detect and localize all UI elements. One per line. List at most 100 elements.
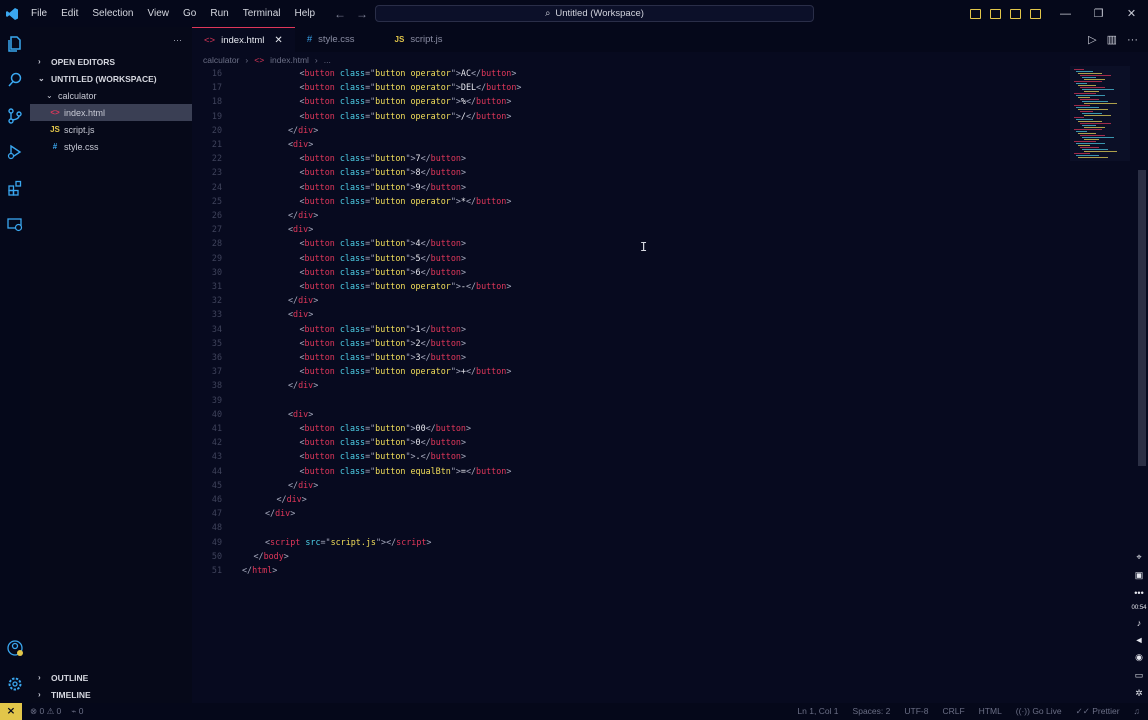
menu-go[interactable]: Go xyxy=(176,0,203,27)
account-icon[interactable] xyxy=(6,639,24,657)
code-line[interactable]: 40 <div> xyxy=(192,407,1072,421)
file-item-script-js[interactable]: JS script.js xyxy=(30,121,192,138)
remote-explorer-icon[interactable] xyxy=(6,215,24,233)
code-line[interactable]: 21 <div> xyxy=(192,137,1072,151)
vertical-scrollbar[interactable] xyxy=(1138,170,1146,466)
settings-gear-icon[interactable] xyxy=(6,675,24,693)
code-line[interactable]: 42 <button class="button">0</button> xyxy=(192,435,1072,449)
remote-indicator-icon[interactable]: ⨯ xyxy=(0,703,22,720)
customize-layout-icon[interactable] xyxy=(1030,8,1041,19)
maximize-icon[interactable]: ❐ xyxy=(1082,7,1115,20)
cursor-position-status[interactable]: Ln 1, Col 1 xyxy=(797,706,838,717)
breadcrumb-file[interactable]: index.html xyxy=(270,55,309,65)
code-line[interactable]: 49 <script src="script.js"></script> xyxy=(192,535,1072,549)
screen-icon[interactable]: ▭ xyxy=(1135,670,1144,681)
menu-edit[interactable]: Edit xyxy=(54,0,85,27)
code-line[interactable]: 31 <button class="button operator">-</but… xyxy=(192,279,1072,293)
code-line[interactable]: 38 </div> xyxy=(192,378,1072,392)
pointer-icon[interactable]: ⌖ xyxy=(1136,552,1141,563)
more-actions-icon[interactable]: ··· xyxy=(173,35,182,45)
file-item-index-html[interactable]: <> index.html xyxy=(30,104,192,121)
run-debug-icon[interactable] xyxy=(6,143,24,161)
menu-run[interactable]: Run xyxy=(203,0,235,27)
breadcrumb-folder[interactable]: calculator xyxy=(203,55,239,65)
search-icon[interactable] xyxy=(6,71,24,89)
menu-view[interactable]: View xyxy=(141,0,177,27)
command-center-search[interactable]: ⌕ Untitled (Workspace) xyxy=(375,5,814,22)
code-line[interactable]: 26 </div> xyxy=(192,208,1072,222)
code-line[interactable]: 19 <button class="button operator">/</but… xyxy=(192,109,1072,123)
code-line[interactable]: 39 xyxy=(192,393,1072,407)
explorer-icon[interactable] xyxy=(6,35,24,53)
menu-terminal[interactable]: Terminal xyxy=(236,0,288,27)
notifications-bell-icon[interactable]: ♫ xyxy=(1134,706,1140,717)
menu-help[interactable]: Help xyxy=(288,0,323,27)
code-line[interactable]: 29 <button class="button">5</button> xyxy=(192,251,1072,265)
workspace-section[interactable]: ⌄ UNTITLED (WORKSPACE) xyxy=(30,70,192,87)
code-line[interactable]: 30 <button class="button">6</button> xyxy=(192,265,1072,279)
code-line[interactable]: 35 <button class="button">2</button> xyxy=(192,336,1072,350)
code-line[interactable]: 22 <button class="button">7</button> xyxy=(192,151,1072,165)
code-line[interactable]: 45 </div> xyxy=(192,478,1072,492)
webcam-icon[interactable]: ◉ xyxy=(1135,652,1143,663)
menu-file[interactable]: File xyxy=(24,0,54,27)
code-line[interactable]: 28 <button class="button">4</button> xyxy=(192,236,1072,250)
minimize-icon[interactable]: — xyxy=(1049,8,1082,20)
code-line[interactable]: 50 </body> xyxy=(192,549,1072,563)
code-line[interactable]: 44 <button class="button equalBtn">=</but… xyxy=(192,464,1072,478)
toggle-panel-icon[interactable] xyxy=(990,8,1001,19)
code-line[interactable]: 47 </div> xyxy=(192,506,1072,520)
ports-status[interactable]: ⌁ 0 xyxy=(71,706,83,717)
code-line[interactable]: 27 <div> xyxy=(192,222,1072,236)
prettier-status[interactable]: ✓✓ Prettier xyxy=(1076,706,1120,717)
forward-arrow-icon[interactable]: → xyxy=(356,7,368,21)
menu-selection[interactable]: Selection xyxy=(85,0,140,27)
code-line[interactable]: 20 </div> xyxy=(192,123,1072,137)
outline-section[interactable]: › OUTLINE xyxy=(30,669,192,686)
code-editor[interactable]: 16 <button class="button operator">AC</bu… xyxy=(192,66,1072,586)
code-line[interactable]: 17 <button class="button operator">DEL</b… xyxy=(192,80,1072,94)
more-actions-icon[interactable]: ··· xyxy=(1127,34,1138,46)
problems-status[interactable]: ⊗ 0 ⚠ 0 xyxy=(30,706,61,717)
toggle-secondary-sidebar-icon[interactable] xyxy=(1010,8,1021,19)
folder-calculator[interactable]: ⌄ calculator xyxy=(30,87,192,104)
code-line[interactable]: 51 </html> xyxy=(192,563,1072,577)
code-line[interactable]: 23 <button class="button">8</button> xyxy=(192,165,1072,179)
indentation-status[interactable]: Spaces: 2 xyxy=(853,706,891,717)
tab-script-js[interactable]: JS script.js xyxy=(383,27,455,52)
minimap[interactable] xyxy=(1070,66,1130,161)
encoding-status[interactable]: UTF-8 xyxy=(904,706,928,717)
back-arrow-icon[interactable]: ← xyxy=(334,7,346,21)
go-live-button[interactable]: ((·)) Go Live xyxy=(1016,706,1062,717)
code-line[interactable]: 37 <button class="button operator">+</but… xyxy=(192,364,1072,378)
more-dots-icon[interactable]: ••• xyxy=(1134,588,1143,598)
source-control-icon[interactable] xyxy=(6,107,24,125)
close-tab-icon[interactable]: ✕ xyxy=(274,35,282,46)
timeline-section[interactable]: › TIMELINE xyxy=(30,686,192,703)
language-mode-status[interactable]: HTML xyxy=(979,706,1002,717)
code-line[interactable]: 33 <div> xyxy=(192,307,1072,321)
extensions-icon[interactable] xyxy=(6,179,24,197)
tab-style-css[interactable]: # style.css xyxy=(295,27,383,52)
camera-icon[interactable]: ▣ xyxy=(1135,570,1144,581)
code-line[interactable]: 25 <button class="button operator">*</but… xyxy=(192,194,1072,208)
code-line[interactable]: 32 </div> xyxy=(192,293,1072,307)
code-line[interactable]: 46 </div> xyxy=(192,492,1072,506)
code-line[interactable]: 18 <button class="button operator">%</but… xyxy=(192,94,1072,108)
code-line[interactable]: 36 <button class="button">3</button> xyxy=(192,350,1072,364)
code-line[interactable]: 16 <button class="button operator">AC</bu… xyxy=(192,66,1072,80)
tab-index-html[interactable]: <> index.html ✕ xyxy=(192,27,295,52)
breadcrumb-rest[interactable]: ... xyxy=(324,55,331,65)
toggle-primary-sidebar-icon[interactable] xyxy=(970,8,981,19)
code-line[interactable]: 41 <button class="button">00</button> xyxy=(192,421,1072,435)
code-line[interactable]: 24 <button class="button">9</button> xyxy=(192,180,1072,194)
settings-gear-icon[interactable]: ✲ xyxy=(1135,688,1143,699)
code-line[interactable]: 43 <button class="button">.</button> xyxy=(192,449,1072,463)
eol-status[interactable]: CRLF xyxy=(942,706,964,717)
code-line[interactable]: 34 <button class="button">1</button> xyxy=(192,322,1072,336)
microphone-icon[interactable]: ♪ xyxy=(1137,618,1142,628)
speaker-icon[interactable]: ◄ xyxy=(1135,635,1144,645)
run-icon[interactable]: ▷ xyxy=(1088,33,1096,46)
close-window-icon[interactable]: ✕ xyxy=(1115,7,1148,20)
code-line[interactable]: 48 xyxy=(192,520,1072,534)
